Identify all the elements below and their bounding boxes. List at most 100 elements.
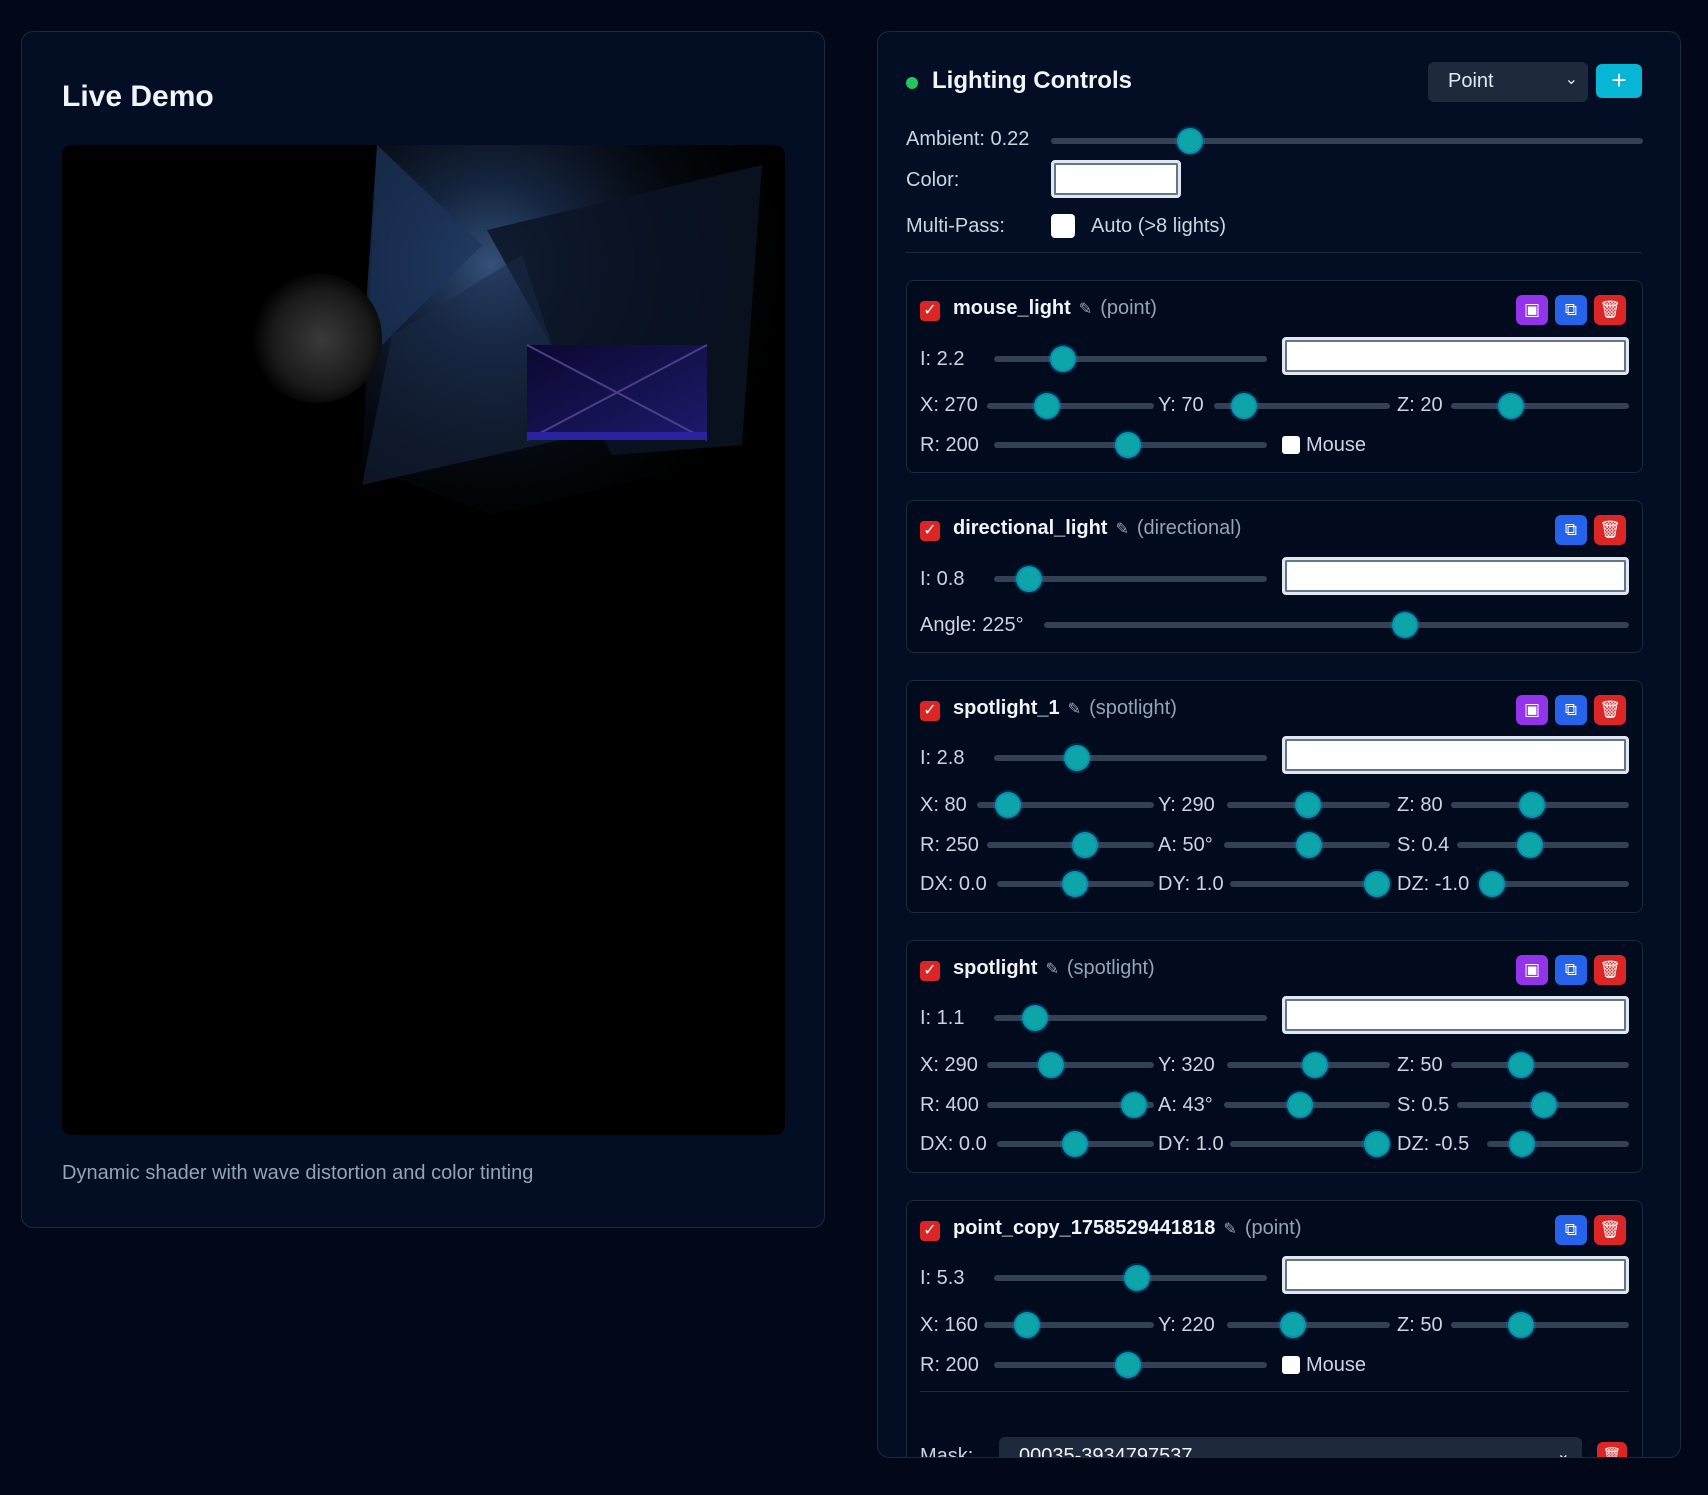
pencil-icon[interactable]: ✎ [1068, 701, 1081, 718]
delete-icon[interactable]: 🗑 [1594, 1215, 1626, 1245]
light-enabled-checkbox[interactable]: ✓ [920, 301, 940, 321]
ambient-color-picker[interactable] [1051, 160, 1181, 198]
slider-thumb[interactable] [1062, 1131, 1088, 1157]
mask-select[interactable]: 00035-3934797537 ⌄ [999, 1437, 1582, 1457]
slider-thumb[interactable] [1280, 1312, 1306, 1338]
angle-slider[interactable] [1044, 612, 1629, 638]
image-icon[interactable]: ▣ [1516, 295, 1548, 325]
slider-thumb[interactable] [1498, 393, 1524, 419]
radius-slider[interactable] [994, 432, 1267, 458]
copy-icon[interactable]: ⧉ [1555, 955, 1587, 985]
copy-icon[interactable]: ⧉ [1555, 695, 1587, 725]
radius-slider[interactable] [987, 832, 1154, 858]
x-slider[interactable] [987, 1052, 1154, 1078]
radius-slider[interactable] [987, 1092, 1154, 1118]
slider-thumb[interactable] [1124, 1265, 1150, 1291]
multipass-checkbox[interactable] [1051, 214, 1075, 238]
slider-thumb[interactable] [1177, 128, 1203, 154]
shader-canvas[interactable] [62, 145, 785, 1135]
z-slider[interactable] [1451, 792, 1629, 818]
intensity-slider[interactable] [994, 1005, 1267, 1031]
slider-thumb[interactable] [1364, 871, 1390, 897]
light-color-picker[interactable] [1282, 557, 1629, 595]
light-name-text[interactable]: point_copy_1758529441818 [953, 1217, 1215, 1239]
delete-icon[interactable]: 🗑 [1597, 1442, 1627, 1457]
ambient-slider[interactable] [1051, 128, 1643, 154]
copy-icon[interactable]: ⧉ [1555, 1215, 1587, 1245]
slider-thumb[interactable] [1072, 832, 1098, 858]
light-color-picker[interactable] [1282, 996, 1629, 1034]
slider-thumb[interactable] [1062, 871, 1088, 897]
slider-thumb[interactable] [1014, 1312, 1040, 1338]
slider-thumb[interactable] [995, 792, 1021, 818]
light-enabled-checkbox[interactable]: ✓ [920, 1221, 940, 1241]
slider-thumb[interactable] [1296, 832, 1322, 858]
light-name-text[interactable]: spotlight_1 [953, 697, 1060, 719]
copy-icon[interactable]: ⧉ [1555, 515, 1587, 545]
light-color-picker[interactable] [1282, 1256, 1629, 1294]
angle-slider[interactable] [1224, 832, 1390, 858]
slider-thumb[interactable] [1016, 566, 1042, 592]
slider-thumb[interactable] [1050, 346, 1076, 372]
intensity-slider[interactable] [994, 1265, 1267, 1291]
image-icon[interactable]: ▣ [1516, 955, 1548, 985]
mouse-follow-checkbox[interactable] [1282, 1356, 1300, 1374]
y-slider[interactable] [1214, 393, 1390, 419]
slider-thumb[interactable] [1508, 1312, 1534, 1338]
slider-thumb[interactable] [1508, 1052, 1534, 1078]
slider-thumb[interactable] [1519, 792, 1545, 818]
image-icon[interactable]: ▣ [1516, 695, 1548, 725]
dy-slider[interactable] [1230, 871, 1390, 897]
light-name-text[interactable]: directional_light [953, 517, 1107, 539]
dx-slider[interactable] [997, 1131, 1154, 1157]
slider-thumb[interactable] [1509, 1131, 1535, 1157]
light-enabled-checkbox[interactable]: ✓ [920, 521, 940, 541]
mouse-follow-checkbox[interactable] [1282, 436, 1300, 454]
light-name-text[interactable]: mouse_light [953, 297, 1071, 319]
slider-thumb[interactable] [1034, 393, 1060, 419]
z-slider[interactable] [1451, 1052, 1629, 1078]
x-slider[interactable] [977, 792, 1154, 818]
intensity-slider[interactable] [994, 566, 1267, 592]
pencil-icon[interactable]: ✎ [1223, 1221, 1236, 1238]
slider-thumb[interactable] [1121, 1092, 1147, 1118]
pencil-icon[interactable]: ✎ [1115, 521, 1128, 538]
slider-thumb[interactable] [1287, 1092, 1313, 1118]
delete-icon[interactable]: 🗑 [1594, 955, 1626, 985]
light-enabled-checkbox[interactable]: ✓ [920, 701, 940, 721]
slider-thumb[interactable] [1364, 1131, 1390, 1157]
intensity-slider[interactable] [994, 745, 1267, 771]
z-slider[interactable] [1451, 393, 1629, 419]
light-enabled-checkbox[interactable]: ✓ [920, 961, 940, 981]
slider-thumb[interactable] [1231, 393, 1257, 419]
y-slider[interactable] [1227, 1052, 1390, 1078]
slider-thumb[interactable] [1392, 612, 1418, 638]
slider-thumb[interactable] [1479, 871, 1505, 897]
add-light-button[interactable]: + [1596, 64, 1642, 98]
dx-slider[interactable] [997, 871, 1154, 897]
angle-slider[interactable] [1224, 1092, 1390, 1118]
slider-thumb[interactable] [1038, 1052, 1064, 1078]
slider-thumb[interactable] [1517, 832, 1543, 858]
dy-slider[interactable] [1230, 1131, 1390, 1157]
slider-thumb[interactable] [1115, 432, 1141, 458]
light-name-text[interactable]: spotlight [953, 957, 1037, 979]
softness-slider[interactable] [1457, 832, 1629, 858]
dz-slider[interactable] [1479, 871, 1629, 897]
x-slider[interactable] [984, 1312, 1154, 1338]
y-slider[interactable] [1227, 1312, 1390, 1338]
z-slider[interactable] [1451, 1312, 1629, 1338]
pencil-icon[interactable]: ✎ [1045, 961, 1058, 978]
delete-icon[interactable]: 🗑 [1594, 515, 1626, 545]
x-slider[interactable] [987, 393, 1154, 419]
delete-icon[interactable]: 🗑 [1594, 695, 1626, 725]
delete-icon[interactable]: 🗑 [1594, 295, 1626, 325]
slider-thumb[interactable] [1302, 1052, 1328, 1078]
slider-thumb[interactable] [1115, 1352, 1141, 1378]
y-slider[interactable] [1227, 792, 1390, 818]
light-color-picker[interactable] [1282, 337, 1629, 375]
dz-slider[interactable] [1487, 1131, 1629, 1157]
light-color-picker[interactable] [1282, 736, 1629, 774]
slider-thumb[interactable] [1531, 1092, 1557, 1118]
intensity-slider[interactable] [994, 346, 1267, 372]
